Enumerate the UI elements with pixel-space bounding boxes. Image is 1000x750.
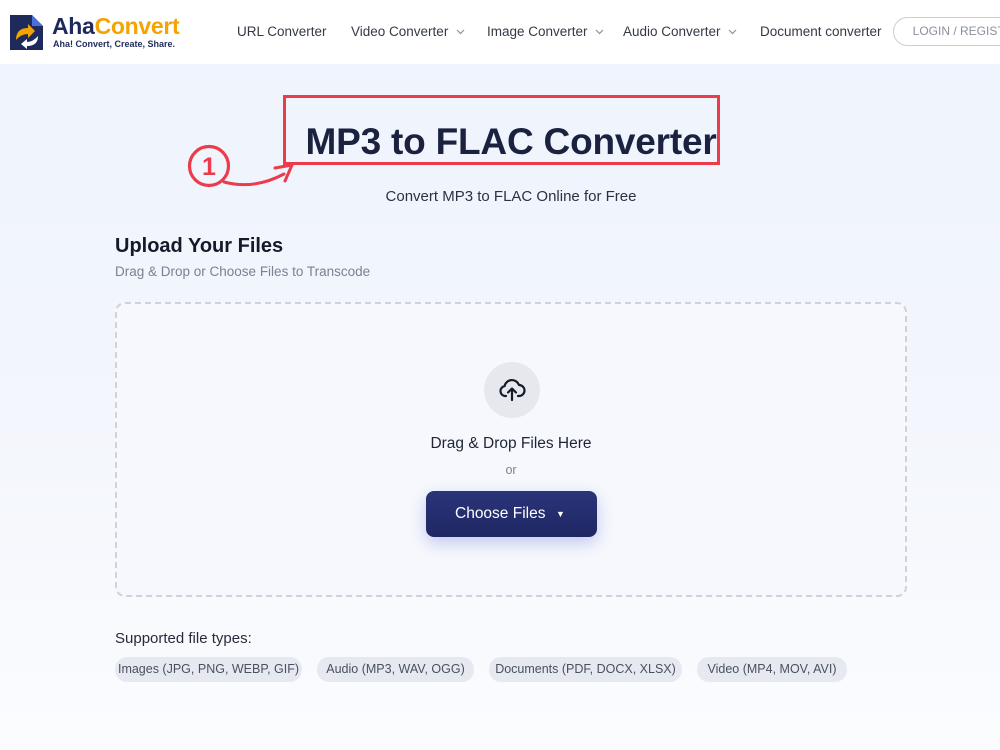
upload-section-title: Upload Your Files xyxy=(115,235,284,257)
page-subtitle: Convert MP3 to FLAC Online for Free xyxy=(385,188,637,205)
drop-files-text: Drag & Drop Files Here xyxy=(430,435,592,452)
upload-section-subtitle: Drag & Drop or Choose Files to Transcode xyxy=(115,264,371,279)
nav-image-converter[interactable]: Image Converter xyxy=(487,24,604,40)
file-type-pill-audio: Audio (MP3, WAV, OGG) xyxy=(317,657,474,682)
file-type-pill-video: Video (MP4, MOV, AVI) xyxy=(697,657,847,682)
nav-video-converter[interactable]: Video Converter xyxy=(351,24,465,40)
site-header: AhaConvert Aha! Convert, Create, Share. … xyxy=(0,0,1000,64)
main-nav: URL Converter Video Converter Image Conv… xyxy=(0,0,1000,64)
nav-audio-converter-label: Audio Converter xyxy=(623,24,721,39)
supported-types-title: Supported file types: xyxy=(115,630,252,647)
file-type-pill-images: Images (JPG, PNG, WEBP, GIF) xyxy=(115,657,302,682)
nav-audio-converter[interactable]: Audio Converter xyxy=(623,24,737,40)
chevron-down-icon xyxy=(595,30,604,35)
cloud-upload-icon xyxy=(499,378,526,402)
dropdown-caret-icon: ▼ xyxy=(556,509,565,519)
page-title: MP3 to FLAC Converter xyxy=(305,121,717,162)
nav-video-converter-label: Video Converter xyxy=(351,24,449,39)
nav-url-converter[interactable]: URL Converter xyxy=(237,24,327,40)
nav-image-converter-label: Image Converter xyxy=(487,24,588,39)
chevron-down-icon xyxy=(456,30,465,35)
choose-files-button[interactable]: Choose Files ▼ xyxy=(426,491,597,537)
file-type-pill-documents: Documents (PDF, DOCX, XLSX) xyxy=(489,657,682,682)
or-separator: or xyxy=(505,463,517,477)
chevron-down-icon xyxy=(728,30,737,35)
nav-document-converter-label: Document converter xyxy=(760,24,882,39)
annotation-arrow-icon xyxy=(222,163,294,187)
nav-document-converter[interactable]: Document converter xyxy=(760,24,882,40)
login-register-button[interactable]: LOGIN / REGISTER xyxy=(893,17,1000,46)
choose-files-label: Choose Files xyxy=(455,505,546,522)
nav-url-converter-label: URL Converter xyxy=(237,24,327,39)
file-dropzone[interactable]: Drag & Drop Files Here or Choose Files ▼ xyxy=(115,302,907,597)
annotation-number-label: 1 xyxy=(202,153,216,181)
upload-icon-circle xyxy=(484,362,540,418)
